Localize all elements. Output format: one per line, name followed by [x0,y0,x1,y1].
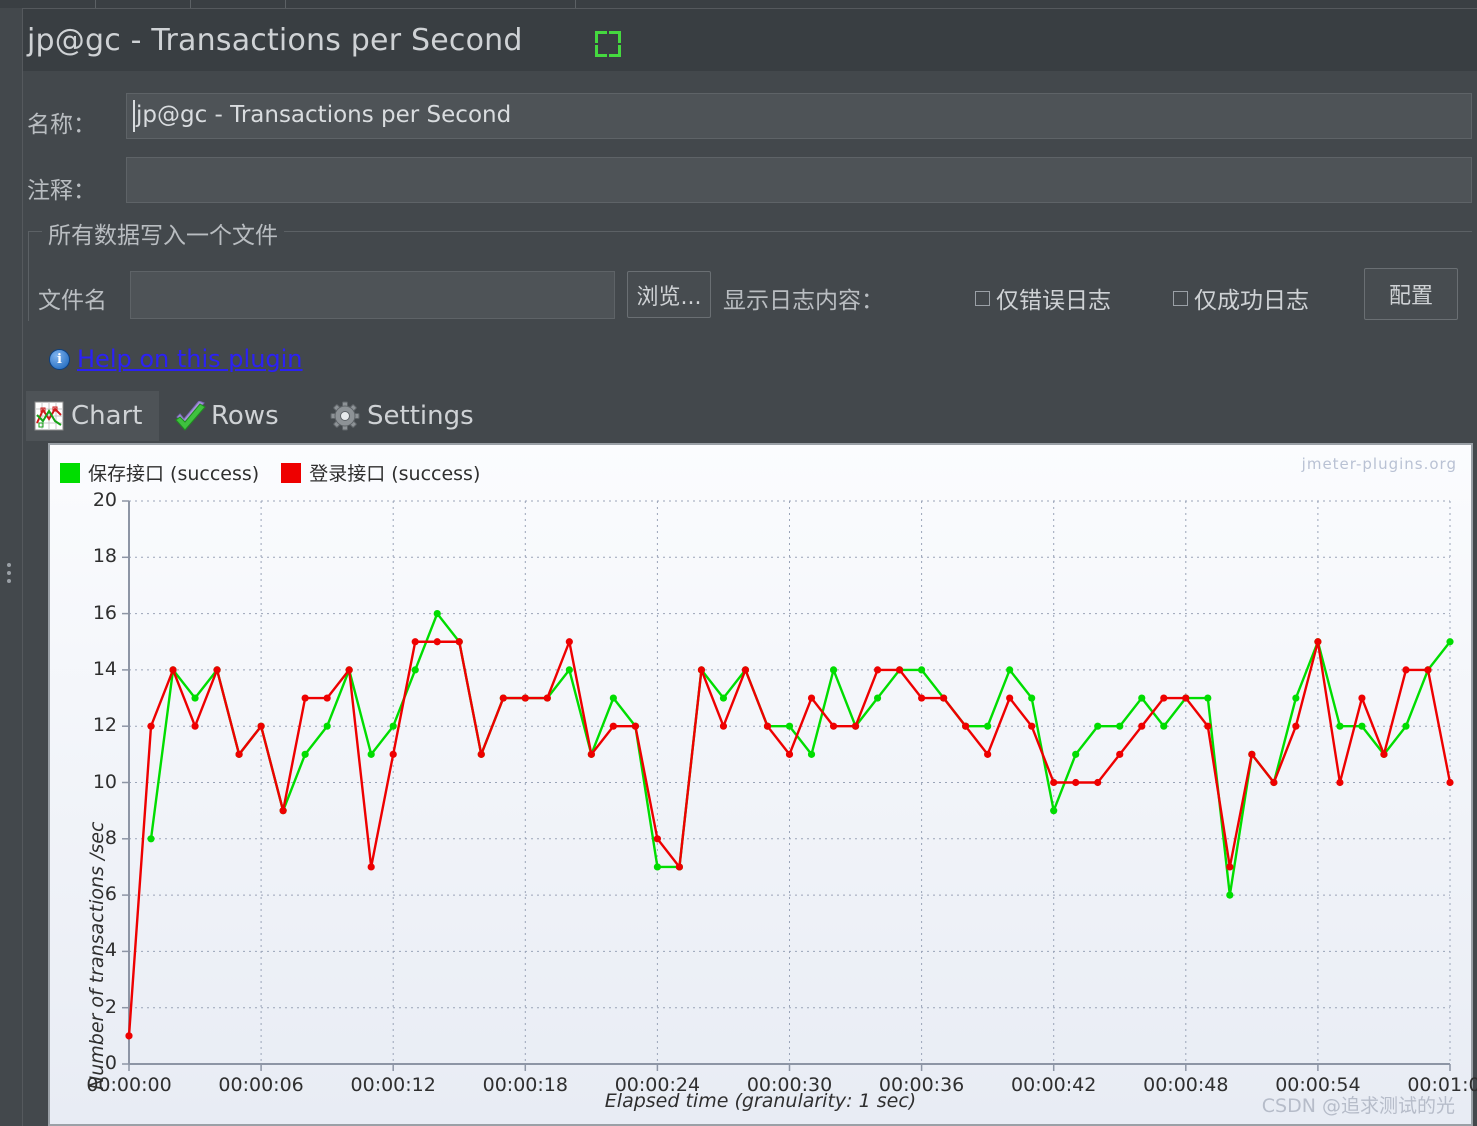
browse-button[interactable]: 浏览... [627,271,711,318]
page-title: jp@gc - Transactions per Second [27,23,523,58]
filename-label: 文件名 [38,288,107,314]
comment-input[interactable] [126,157,1472,203]
log-content-label: 显示日志内容： [723,288,884,314]
y-tick-label: 20 [92,489,117,511]
name-input-value: jp@gc - Transactions per Second [136,102,512,128]
errors-only-checkbox[interactable]: 仅错误日志 [975,281,1111,315]
name-label: 名称： [27,112,96,138]
chart-container: 保存接口 (success) 登录接口 (success) jmeter-plu… [48,443,1477,1126]
help-link[interactable]: Help on this plugin [77,345,303,373]
main-panel: jp@gc - Transactions per Second 名称： jp@g… [23,9,1477,1126]
comment-label: 注释： [27,178,96,204]
split-pane-drag-handle[interactable] [7,563,13,587]
tab-chart[interactable]: Chart [26,391,159,441]
gear-icon [330,401,360,431]
page-watermark: CSDN @追求测试的光 [1261,1095,1455,1117]
name-input[interactable]: jp@gc - Transactions per Second [126,93,1472,139]
window-top-strip [0,0,1477,9]
configure-button[interactable]: 配置 [1364,268,1458,320]
chart-icon [34,401,64,431]
expand-icon[interactable] [595,31,621,57]
checkbox-box-success[interactable] [1173,290,1188,306]
panel-header: jp@gc - Transactions per Second [23,9,1477,71]
configure-button-label: 配置 [1388,284,1433,309]
y-tick-label: 16 [92,601,117,624]
tab-settings[interactable]: Settings [322,391,490,441]
info-icon: i [49,348,70,370]
jmeter-plugin-panel: jp@gc - Transactions per Second 名称： jp@g… [0,0,1477,1126]
help-row: i Help on this plugin [49,345,303,373]
check-icon [174,400,206,431]
y-axis-label: Number of transactions /sec [86,821,108,1090]
tab-chart-label: Chart [71,401,143,431]
y-tick-label: 10 [92,770,117,793]
y-tick-label: 12 [92,714,117,737]
browse-button-label: 浏览... [636,284,702,310]
fieldset-legend: 所有数据写入一个文件 [42,216,284,250]
tab-settings-label: Settings [367,401,474,431]
chart-canvas: 保存接口 (success) 登录接口 (success) jmeter-plu… [50,445,1477,1124]
tab-rows[interactable]: Rows [166,391,311,441]
success-only-label: 仅成功日志 [1194,288,1309,314]
left-rail [0,8,23,1126]
checkbox-box-errors[interactable] [975,290,990,306]
tab-bar: Chart Rows Settings [23,391,1477,441]
x-axis-label: Elapsed time (granularity: 1 sec) [604,1090,917,1112]
y-tick-label: 18 [92,545,117,568]
tab-rows-label: Rows [211,401,279,431]
chart-plot [122,500,1454,1071]
filename-input[interactable] [130,271,615,319]
y-tick-label: 14 [92,657,117,680]
success-only-checkbox[interactable]: 仅成功日志 [1173,281,1309,315]
errors-only-label: 仅错误日志 [996,288,1111,314]
